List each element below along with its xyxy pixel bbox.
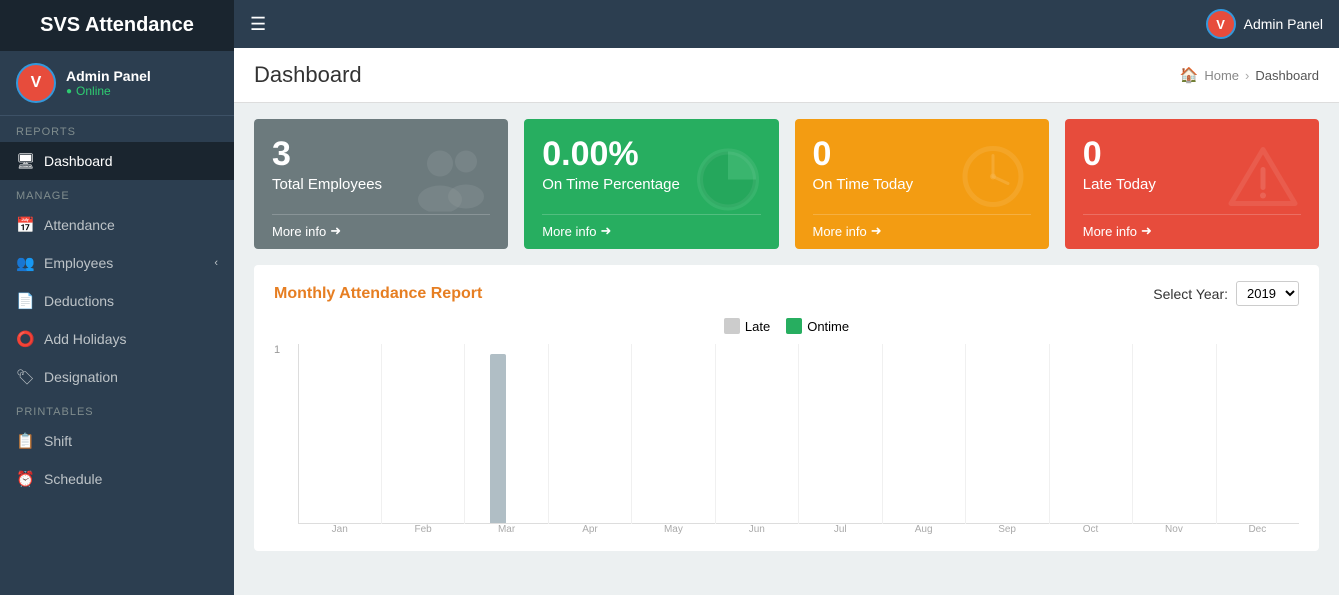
chart-header: Monthly Attendance Report Select Year: 2… bbox=[274, 281, 1299, 306]
sidebar-item-label: Add Holidays bbox=[44, 331, 127, 347]
sidebar: SVS Attendance V Admin Panel Online REPO… bbox=[0, 0, 234, 595]
deductions-icon: 📄 bbox=[16, 292, 34, 310]
month-labels: Jan Feb Mar Apr May Jun Jul Aug Sep Oct … bbox=[298, 524, 1299, 535]
sidebar-item-add-holidays[interactable]: ⭕ Add Holidays bbox=[0, 320, 234, 358]
warning-bg-icon bbox=[1223, 142, 1303, 227]
card-on-time-today: 0 On Time Today More info ➜ bbox=[795, 119, 1049, 249]
user-status: Online bbox=[66, 84, 151, 98]
legend-ontime: Ontime bbox=[786, 318, 849, 334]
chart-bg-icon bbox=[683, 142, 763, 227]
sidebar-item-employees[interactable]: 👥 Employees ‹ bbox=[0, 244, 234, 282]
topbar: ☰ V Admin Panel bbox=[234, 0, 1339, 48]
topbar-admin-label: Admin Panel bbox=[1244, 16, 1323, 32]
employees-icon: 👥 bbox=[16, 254, 34, 272]
year-select[interactable]: 2017 2018 2019 2020 bbox=[1236, 281, 1299, 306]
sidebar-item-shift[interactable]: 📋 Shift bbox=[0, 422, 234, 460]
avatar: V bbox=[16, 63, 56, 103]
attendance-icon: 📅 bbox=[16, 216, 34, 234]
chart-legend: Late Ontime bbox=[274, 318, 1299, 334]
hamburger-icon[interactable]: ☰ bbox=[250, 14, 266, 35]
page-body: Dashboard 🏠 Home › Dashboard 3 Total Emp… bbox=[234, 48, 1339, 595]
chevron-icon: ‹ bbox=[214, 257, 218, 269]
topbar-avatar: V bbox=[1206, 9, 1236, 39]
home-icon: 🏠 bbox=[1180, 66, 1199, 84]
clock-bg-icon bbox=[953, 142, 1033, 227]
sidebar-item-dashboard[interactable]: 🖥 Dashboard bbox=[0, 142, 234, 180]
employees-bg-icon bbox=[412, 142, 492, 227]
page-title: Dashboard bbox=[254, 62, 362, 88]
sidebar-brand: SVS Attendance bbox=[0, 0, 234, 51]
cards-row: 3 Total Employees More info ➜ 0. bbox=[234, 103, 1339, 265]
card-total-employees: 3 Total Employees More info ➜ bbox=[254, 119, 508, 249]
sidebar-item-deductions[interactable]: 📄 Deductions bbox=[0, 282, 234, 320]
add-holidays-icon: ⭕ bbox=[16, 330, 34, 348]
sidebar-item-label: Deductions bbox=[44, 293, 114, 309]
y-axis-label: 1 bbox=[274, 344, 280, 356]
shift-icon: 📋 bbox=[16, 432, 34, 450]
section-label-manage: MANAGE bbox=[0, 180, 234, 206]
legend-late-label: Late bbox=[745, 319, 770, 334]
section-label-reports: REPORTS bbox=[0, 116, 234, 142]
breadcrumb-current: Dashboard bbox=[1255, 68, 1319, 83]
dashboard-icon: 🖥 bbox=[16, 152, 34, 170]
sidebar-item-label: Schedule bbox=[44, 471, 102, 487]
chart-title: Monthly Attendance Report bbox=[274, 285, 482, 303]
card-late-today: 0 Late Today More info ➜ bbox=[1065, 119, 1319, 249]
year-select-group: Select Year: 2017 2018 2019 2020 bbox=[1153, 281, 1299, 306]
sidebar-item-attendance[interactable]: 📅 Attendance bbox=[0, 206, 234, 244]
sidebar-user: V Admin Panel Online bbox=[0, 51, 234, 116]
sidebar-item-schedule[interactable]: ⏰ Schedule bbox=[0, 460, 234, 498]
breadcrumb: 🏠 Home › Dashboard bbox=[1180, 66, 1319, 84]
sidebar-item-label: Attendance bbox=[44, 217, 115, 233]
schedule-icon: ⏰ bbox=[16, 470, 34, 488]
main-content: ☰ V Admin Panel Dashboard 🏠 Home › Dashb… bbox=[234, 0, 1339, 595]
legend-late: Late bbox=[724, 318, 770, 334]
app-title: SVS Attendance bbox=[40, 14, 194, 36]
user-name: Admin Panel bbox=[66, 68, 151, 84]
breadcrumb-home: Home bbox=[1204, 68, 1239, 83]
card-on-time-pct: 0.00% On Time Percentage More info ➜ bbox=[524, 119, 778, 249]
legend-ontime-label: Ontime bbox=[807, 319, 849, 334]
sidebar-item-label: Dashboard bbox=[44, 153, 113, 169]
select-year-label: Select Year: bbox=[1153, 286, 1228, 302]
sidebar-item-label: Designation bbox=[44, 369, 118, 385]
section-label-printables: PRINTABLES bbox=[0, 396, 234, 422]
sidebar-item-designation[interactable]: 🏷 Designation bbox=[0, 358, 234, 396]
chart-section: Monthly Attendance Report Select Year: 2… bbox=[254, 265, 1319, 551]
page-header: Dashboard 🏠 Home › Dashboard bbox=[234, 48, 1339, 103]
sidebar-item-label: Employees bbox=[44, 255, 113, 271]
designation-icon: 🏷 bbox=[16, 368, 34, 386]
sidebar-item-label: Shift bbox=[44, 433, 72, 449]
